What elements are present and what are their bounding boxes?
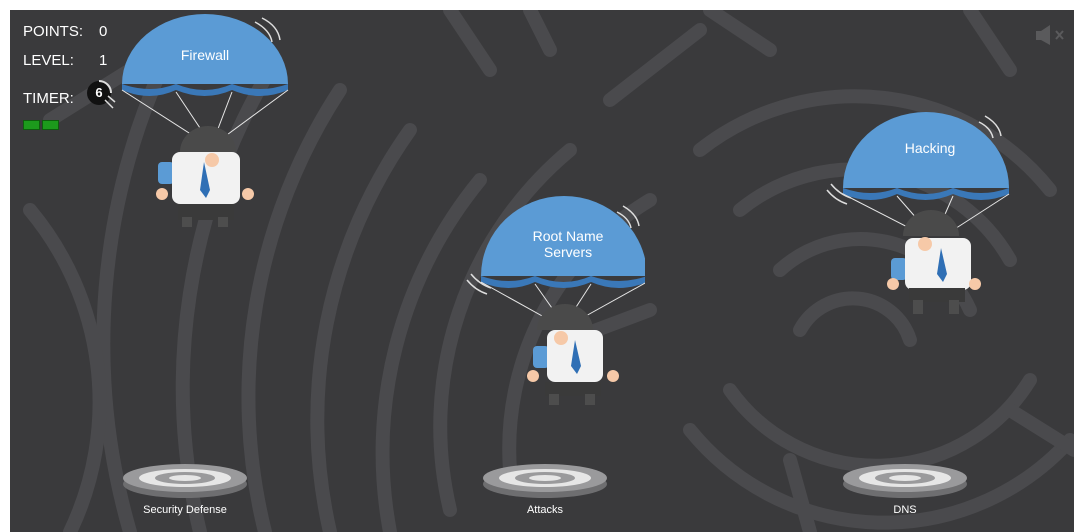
landing-target-attacks[interactable] <box>480 460 610 500</box>
target-label-dns: DNS <box>893 504 917 516</box>
lives-bar <box>23 120 61 130</box>
parachute-jumper-hacking[interactable]: Hacking <box>825 108 1015 323</box>
life-block <box>23 120 40 130</box>
target-label-security-defense: Security Defense <box>143 504 227 516</box>
timer-label: TIMER: <box>23 90 74 107</box>
level-value: 1 <box>99 52 108 69</box>
points-display: POINTS: 0 <box>23 23 107 40</box>
speaker-muted-icon[interactable] <box>1034 24 1070 46</box>
points-value: 0 <box>99 23 108 40</box>
landing-target-dns[interactable] <box>840 460 970 500</box>
landing-target-security-defense[interactable] <box>120 460 250 500</box>
parachute-jumper-firewall[interactable]: Firewall <box>120 12 290 229</box>
parachutist-icon <box>121 14 289 229</box>
timer-display: TIMER: <box>23 90 74 107</box>
game-stage: POINTS: 0 LEVEL: 1 TIMER: 6 Firewall Roo… <box>10 10 1074 532</box>
target-label-attacks: Attacks <box>526 504 564 516</box>
level-display: LEVEL: 1 <box>23 52 107 69</box>
jumper-label-root-name-servers: Root Name Servers <box>532 228 604 260</box>
points-label: POINTS: <box>23 23 84 40</box>
jumper-label-firewall: Firewall <box>180 47 230 63</box>
life-block <box>42 120 59 130</box>
parachute-jumper-root-name-servers[interactable]: Root Name Servers <box>465 190 648 405</box>
level-label: LEVEL: <box>23 52 74 69</box>
timer-value: 6 <box>95 85 103 100</box>
parachutist-icon <box>466 196 648 405</box>
jumper-label-hacking: Hacking <box>904 140 956 156</box>
